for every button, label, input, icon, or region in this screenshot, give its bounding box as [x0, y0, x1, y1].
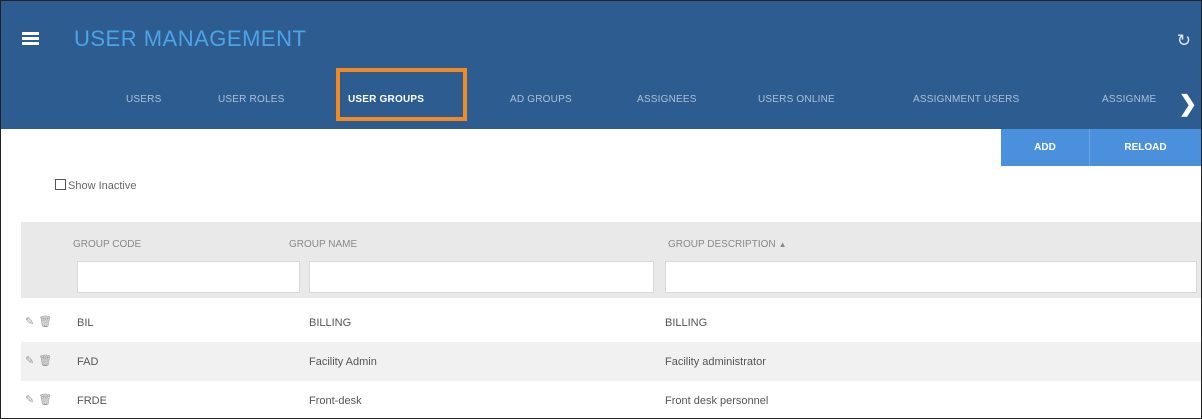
- tab-bar: USERS USER ROLES USER GROUPS AD GROUPS A…: [1, 79, 1201, 129]
- group-code-cell: FRDE: [77, 395, 107, 407]
- tab-assignees[interactable]: ASSIGNEES: [637, 79, 697, 129]
- header-bar: USER MANAGEMENT ↻ USERS USER ROLES USER …: [1, 1, 1201, 129]
- tab-users-online[interactable]: USERS ONLINE: [758, 79, 835, 129]
- chevron-right-icon[interactable]: ❯: [1179, 91, 1197, 117]
- group-description-cell: Front desk personnel: [665, 395, 769, 407]
- edit-icon[interactable]: ✎: [25, 355, 34, 367]
- column-header-group-description[interactable]: GROUP DESCRIPTION ▲: [668, 239, 787, 250]
- group-code-cell: BIL: [77, 317, 94, 329]
- group-name-cell: BILLING: [309, 317, 352, 329]
- page-title: USER MANAGEMENT: [74, 26, 307, 51]
- show-inactive-checkbox[interactable]: [55, 179, 66, 190]
- add-button[interactable]: ADD: [1001, 129, 1089, 166]
- table-row[interactable]: ✎ 🗑 FAD Facility Admin Facility administr…: [21, 342, 1201, 381]
- hamburger-menu-icon[interactable]: [22, 32, 39, 45]
- tab-assignment-users[interactable]: ASSIGNMENT USERS: [913, 79, 1019, 129]
- reload-button[interactable]: RELOAD: [1089, 129, 1201, 166]
- group-code-filter-input[interactable]: [77, 261, 300, 293]
- column-header-group-name[interactable]: GROUP NAME: [289, 239, 357, 250]
- sort-icon[interactable]: ▲: [779, 240, 787, 249]
- group-name-cell: Facility Admin: [309, 356, 377, 368]
- delete-icon[interactable]: 🗑: [38, 394, 52, 406]
- tab-users[interactable]: USERS: [126, 79, 161, 129]
- group-code-cell: FAD: [77, 356, 99, 368]
- tab-user-roles[interactable]: USER ROLES: [218, 79, 284, 129]
- group-name-cell: Front-desk: [309, 395, 362, 407]
- group-name-filter-input[interactable]: [309, 261, 654, 293]
- tab-assignme[interactable]: ASSIGNME: [1102, 79, 1156, 129]
- table-row[interactable]: ✎ 🗑 FRDE Front-desk Front desk personnel: [21, 381, 1201, 418]
- tab-ad-groups[interactable]: AD GROUPS: [510, 79, 572, 129]
- group-description-cell: BILLING: [665, 317, 708, 329]
- edit-icon[interactable]: ✎: [25, 394, 34, 406]
- app-window: USER MANAGEMENT ↻ USERS USER ROLES USER …: [0, 0, 1202, 419]
- group-description-filter-input[interactable]: [665, 261, 1197, 293]
- table-header: GROUP CODE GROUP NAME GROUP DESCRIPTION ▲: [21, 222, 1201, 298]
- column-header-group-code[interactable]: GROUP CODE: [73, 239, 141, 250]
- table-row[interactable]: ✎ 🗑 BIL BILLING BILLING: [21, 303, 1201, 342]
- refresh-icon[interactable]: ↻: [1177, 31, 1191, 51]
- delete-icon[interactable]: 🗑: [38, 316, 52, 328]
- edit-icon[interactable]: ✎: [25, 316, 34, 328]
- delete-icon[interactable]: 🗑: [38, 355, 52, 367]
- group-description-cell: Facility administrator: [665, 356, 766, 368]
- active-tab-highlight: [336, 68, 467, 121]
- show-inactive-label: Show Inactive: [68, 180, 137, 192]
